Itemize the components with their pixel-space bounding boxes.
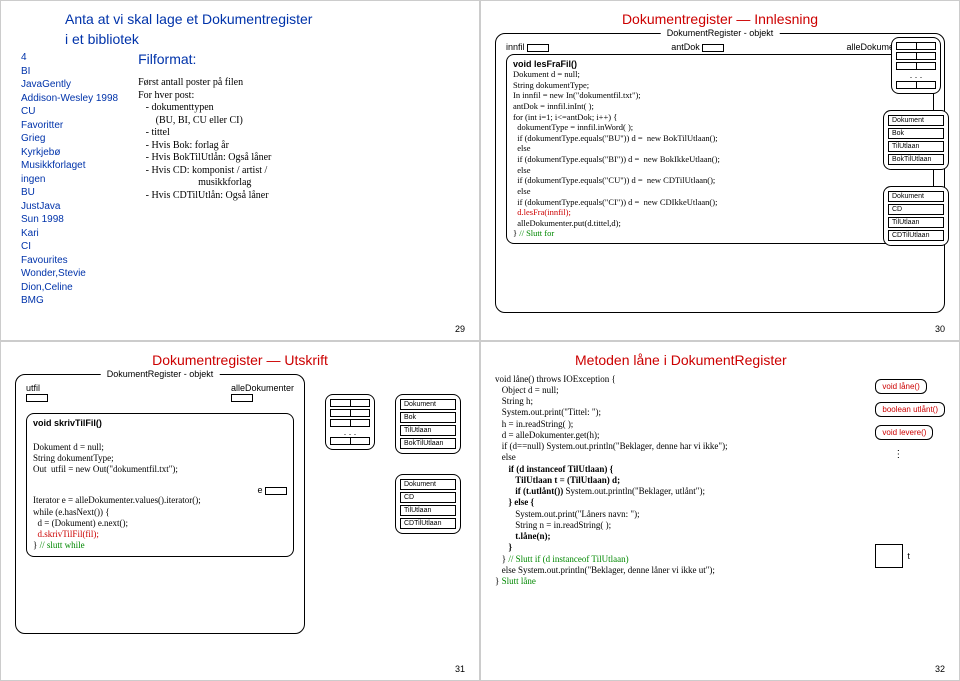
class-box-cd: Dokument CD TilUtlaan CDTilUtlaan xyxy=(395,474,461,534)
hashmap-box: . . . xyxy=(891,37,941,94)
title-line-2: i et bibliotek xyxy=(65,31,465,47)
utfil-box xyxy=(26,394,48,402)
hashmap-box: . . . xyxy=(325,394,375,451)
dots-icon: ⋮ xyxy=(893,449,905,460)
antdok-box xyxy=(702,44,724,52)
slide-title: Dokumentregister — Innlesning xyxy=(495,11,945,27)
title-line-1: Anta at vi skal lage et Dokumentregister xyxy=(65,11,465,27)
method-lane: void låne() xyxy=(875,379,926,394)
slide-29: Anta at vi skal lage et Dokumentregister… xyxy=(0,0,480,341)
object-label: DokumentRegister - objekt xyxy=(101,369,220,379)
e-label: e xyxy=(257,485,262,495)
antdok-label: antDok xyxy=(671,42,700,52)
page-number: 30 xyxy=(935,324,945,334)
code-block-1: Dokument d = null; String dokumentType; … xyxy=(33,442,287,476)
page-number: 29 xyxy=(455,324,465,334)
method-code: Dokument d = null; String dokumentType; … xyxy=(513,69,927,239)
alledok-box xyxy=(231,394,253,402)
utfil-label: utfil xyxy=(26,383,40,393)
t-label: t xyxy=(907,551,910,561)
object-label: DokumentRegister - objekt xyxy=(661,28,780,38)
method-utlant: boolean utlånt() xyxy=(875,402,945,417)
t-box xyxy=(875,544,903,568)
slide-32: Metoden låne i DokumentRegister void lån… xyxy=(480,341,960,681)
method-name: void lesFraFil() xyxy=(513,59,927,69)
method-code: void låne() throws IOException { Object … xyxy=(495,374,863,588)
slide-title: Metoden låne i DokumentRegister xyxy=(575,352,945,368)
page-number: 31 xyxy=(455,664,465,674)
class-box-bok: Dokument Bok TilUtlaan BokTilUtlaan xyxy=(395,394,461,454)
method-levere: void levere() xyxy=(875,425,933,440)
method-name: void skrivTilFil() xyxy=(33,418,287,428)
innfil-box xyxy=(527,44,549,52)
e-box xyxy=(265,487,287,495)
class-box-cd: Dokument CD TilUtlaan CDTilUtlaan xyxy=(883,186,949,246)
slide-31: Dokumentregister — Utskrift DokumentRegi… xyxy=(0,341,480,681)
code-block-2: Iterator e = alleDokumenter.values().ite… xyxy=(33,495,287,551)
format-description: Først antall poster på filen For hver po… xyxy=(138,77,465,202)
page-number: 32 xyxy=(935,664,945,674)
slide-title: Dokumentregister — Utskrift xyxy=(15,352,465,368)
file-listing: 4BIJavaGently Addison-Wesley 1998CUFavor… xyxy=(21,51,118,308)
slide-30: Dokumentregister — Innlesning DokumentRe… xyxy=(480,0,960,341)
innfil-label: innfil xyxy=(506,42,525,52)
class-box-bok: Dokument Bok TilUtlaan BokTilUtlaan xyxy=(883,110,949,170)
alledok-label: alleDokumenter xyxy=(231,383,294,393)
filformat-heading: Filformat: xyxy=(138,51,465,67)
